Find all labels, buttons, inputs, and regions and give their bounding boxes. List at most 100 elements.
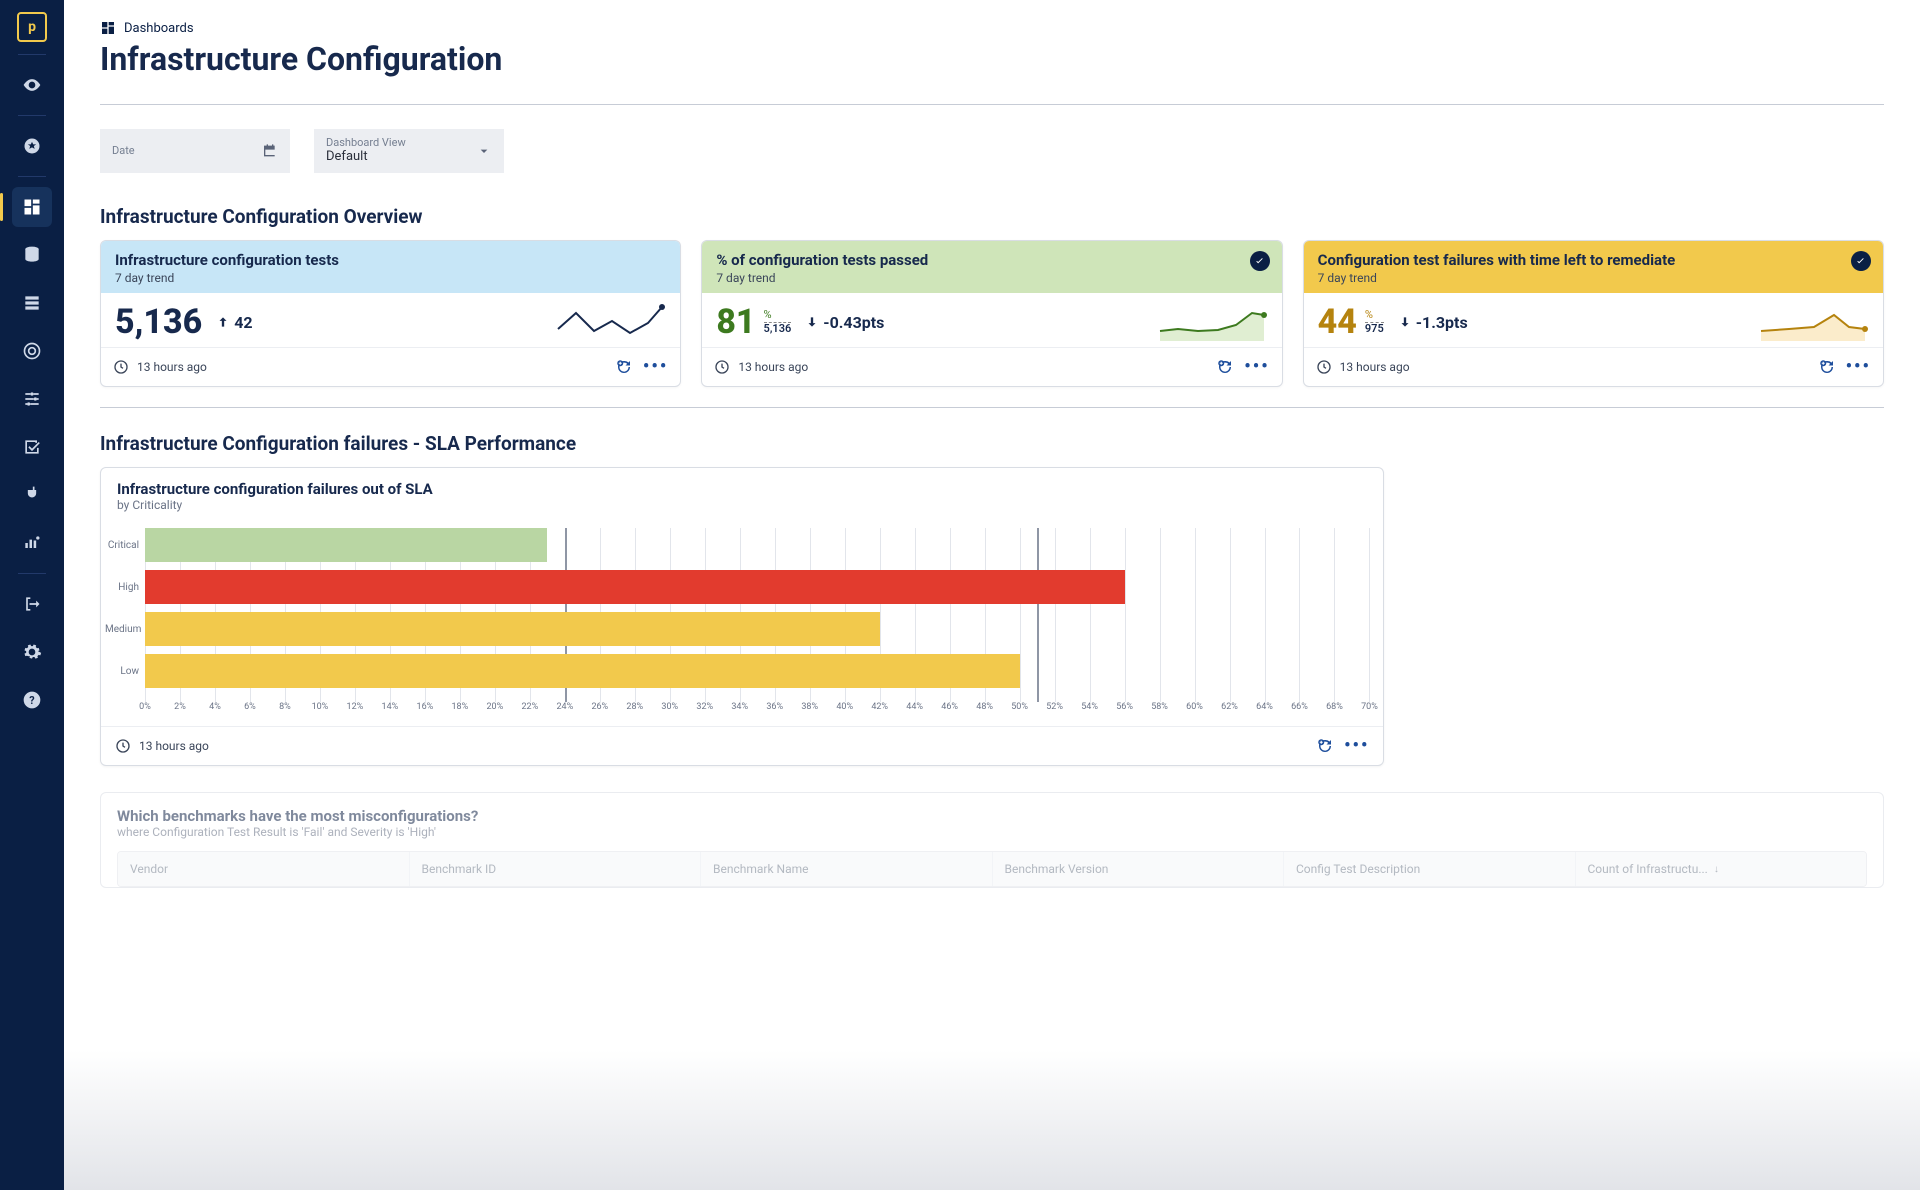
bar-label: Low (105, 666, 145, 677)
breadcrumb-label: Dashboards (124, 21, 194, 36)
analytics-icon (22, 533, 42, 553)
card-title: Configuration test failures with time le… (1318, 251, 1869, 269)
clock-icon (1316, 359, 1332, 375)
check-icon (1254, 256, 1265, 267)
sidebar-item-settings[interactable] (12, 632, 52, 672)
table-column-header[interactable]: Benchmark Version (993, 852, 1285, 886)
card-subtitle: 7 day trend (1318, 271, 1869, 285)
metric-value: 5,136 (115, 302, 202, 342)
axis-tick: 12% (347, 702, 364, 712)
chevron-down-icon (476, 143, 492, 159)
app-logo[interactable]: p (17, 12, 47, 42)
filters-row: Date Dashboard View Default (100, 129, 1884, 173)
breadcrumb[interactable]: Dashboards (100, 20, 1884, 36)
metric-delta: 42 (216, 313, 252, 332)
sidebar-item-dashboards[interactable] (12, 187, 52, 227)
card-benchmarks[interactable]: Which benchmarks have the most misconfig… (100, 792, 1884, 888)
metric-fraction: % 5,136 (764, 309, 792, 334)
sidebar-item-overview[interactable] (12, 65, 52, 105)
date-filter[interactable]: Date (100, 129, 290, 173)
card-sla-chart[interactable]: Infrastructure configuration failures ou… (100, 467, 1384, 766)
bar (145, 654, 1020, 688)
axis-tick: 46% (941, 702, 958, 712)
refresh-plus-icon (615, 358, 633, 376)
card-refresh-button[interactable] (1816, 356, 1838, 378)
metric-delta: -1.3pts (1398, 313, 1468, 332)
table-column-header[interactable]: Benchmark Name (701, 852, 993, 886)
axis-tick: 62% (1221, 702, 1238, 712)
sidebar-item-controls[interactable] (12, 379, 52, 419)
card-refresh-button[interactable] (1214, 356, 1236, 378)
card-config-tests[interactable]: Infrastructure configuration tests 7 day… (100, 240, 681, 387)
calendar-icon (262, 143, 278, 159)
axis-tick: 20% (486, 702, 503, 712)
axis-tick: 68% (1326, 702, 1343, 712)
sidebar-item-data[interactable] (12, 235, 52, 275)
card-timestamp: 13 hours ago (137, 360, 207, 374)
status-badge (1851, 251, 1871, 271)
sidebar-item-logout[interactable] (12, 584, 52, 624)
overview-section-title: Infrastructure Configuration Overview (100, 205, 1884, 228)
axis-tick: 56% (1116, 702, 1133, 712)
table-column-header[interactable]: Config Test Description (1284, 852, 1576, 886)
checkbox-icon (22, 437, 42, 457)
table-column-header[interactable]: Vendor (118, 852, 410, 886)
sidebar-item-targets[interactable] (12, 331, 52, 371)
sidebar-item-analytics[interactable] (12, 523, 52, 563)
card-refresh-button[interactable] (613, 356, 635, 378)
bar-label: High (105, 582, 145, 593)
sparkline (1759, 301, 1869, 343)
card-failures-remediate[interactable]: Configuration test failures with time le… (1303, 240, 1884, 387)
card-pct-passed[interactable]: % of configuration tests passed 7 day tr… (701, 240, 1282, 387)
metric-delta: -0.43pts (805, 313, 884, 332)
bar-row: High (145, 570, 1369, 604)
list-icon (22, 293, 42, 313)
card-title: Which benchmarks have the most misconfig… (117, 807, 1867, 825)
database-icon (22, 245, 42, 265)
sidebar-item-lists[interactable] (12, 283, 52, 323)
bar (145, 612, 880, 646)
dashboard-view-filter[interactable]: Dashboard View Default (314, 129, 504, 173)
card-title: Infrastructure configuration tests (115, 251, 666, 269)
axis-tick: 0% (139, 702, 151, 712)
arrow-up-icon (216, 315, 230, 329)
main-content: Dashboards Infrastructure Configuration … (64, 0, 1920, 1190)
clock-icon (113, 359, 129, 375)
axis-tick: 28% (626, 702, 643, 712)
card-more-button[interactable]: ••• (1244, 358, 1269, 376)
axis-tick: 44% (906, 702, 923, 712)
card-subtitle: 7 day trend (115, 271, 666, 285)
card-timestamp: 13 hours ago (139, 739, 209, 753)
bar-row: Critical (145, 528, 1369, 562)
axis-tick: 38% (801, 702, 818, 712)
sidebar-item-checks[interactable] (12, 427, 52, 467)
check-icon (1855, 256, 1866, 267)
sidebar-item-help[interactable]: ? (12, 680, 52, 720)
sidebar: p ? (0, 0, 64, 1190)
card-subtitle: where Configuration Test Result is 'Fail… (117, 825, 1867, 839)
sliders-icon (22, 389, 42, 409)
sla-bar-chart: CriticalHighMediumLow 0%2%4%6%8%10%12%14… (101, 518, 1383, 726)
card-refresh-button[interactable] (1314, 735, 1336, 757)
sort-desc-icon: ↓ (1714, 864, 1719, 875)
card-timestamp: 13 hours ago (738, 360, 808, 374)
axis-tick: 36% (766, 702, 783, 712)
arrow-down-icon (1398, 315, 1412, 329)
card-more-button[interactable]: ••• (1846, 358, 1871, 376)
sidebar-item-integrations[interactable] (12, 475, 52, 515)
dashboard-icon (100, 20, 116, 36)
axis-tick: 6% (244, 702, 256, 712)
table-column-header[interactable]: Count of Infrastructu... ↓ (1576, 852, 1867, 886)
sidebar-item-favorites[interactable] (12, 126, 52, 166)
axis-tick: 32% (696, 702, 713, 712)
bar-label: Medium (105, 624, 145, 635)
axis-tick: 64% (1256, 702, 1273, 712)
card-subtitle: by Criticality (117, 498, 1367, 512)
divider (100, 407, 1884, 408)
overview-cards-row: Infrastructure configuration tests 7 day… (100, 240, 1884, 387)
bar (145, 570, 1125, 604)
table-column-header[interactable]: Benchmark ID (410, 852, 702, 886)
card-more-button[interactable]: ••• (1344, 737, 1369, 755)
card-more-button[interactable]: ••• (643, 358, 668, 376)
arrow-down-icon (805, 315, 819, 329)
